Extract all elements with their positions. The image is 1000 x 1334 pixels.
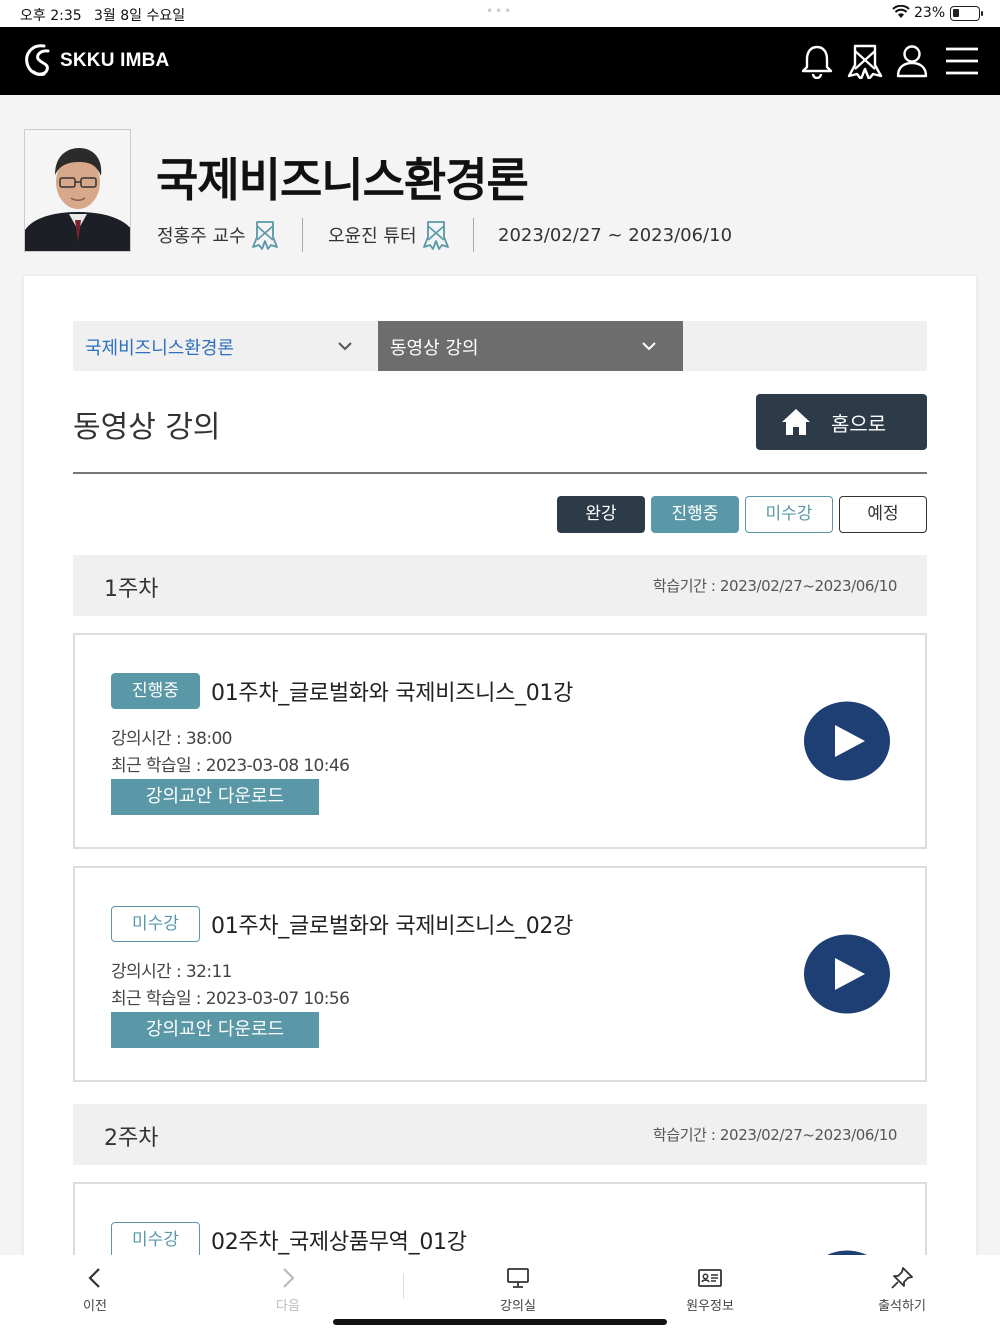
- skku-logo[interactable]: SKKU IMBA: [22, 41, 169, 81]
- prev-label: 이전: [83, 1299, 107, 1314]
- filter-not-taken-button[interactable]: 미수강: [745, 496, 833, 533]
- meta-divider: [302, 218, 303, 252]
- chevron-left-icon: [88, 1268, 100, 1288]
- menu-select[interactable]: 동영상 강의: [378, 321, 683, 371]
- attendance-button[interactable]: 출석하기: [857, 1265, 947, 1314]
- student-info-label: 원우정보: [686, 1299, 734, 1314]
- classroom-label: 강의실: [500, 1299, 536, 1314]
- home-indicator[interactable]: [333, 1319, 667, 1325]
- menu-select-value: 동영상 강의: [390, 338, 479, 359]
- download-handout-button[interactable]: 강의교안 다운로드: [111, 779, 319, 815]
- status-badge: 미수강: [111, 1222, 200, 1258]
- bottom-nav: 이전 다음 강의실 원우정보 출석하기: [0, 1255, 1000, 1334]
- chevron-down-icon: [642, 342, 656, 351]
- select-bar-filler: [683, 321, 927, 371]
- prev-button[interactable]: 이전: [50, 1265, 140, 1314]
- download-handout-button[interactable]: 강의교안 다운로드: [111, 1012, 319, 1048]
- chevron-right-icon: [283, 1268, 295, 1288]
- week-name: 1주차: [104, 577, 159, 602]
- week-period: 학습기간 : 2023/02/27~2023/06/10: [652, 1126, 897, 1144]
- week-header: 1주차 학습기간 : 2023/02/27~2023/06/10: [73, 555, 927, 616]
- pin-icon: [891, 1267, 913, 1289]
- section-title: 동영상 강의: [73, 410, 221, 445]
- home-button-label: 홈으로: [831, 412, 887, 436]
- monitor-icon: [507, 1268, 529, 1288]
- play-icon[interactable]: [803, 934, 891, 1014]
- classroom-button[interactable]: 강의실: [473, 1265, 563, 1314]
- section-divider: [73, 472, 927, 474]
- meta-divider: [473, 218, 474, 252]
- tutor-info: 오윤진 튜터: [328, 220, 449, 250]
- next-button[interactable]: 다음: [243, 1265, 333, 1314]
- week-header: 2주차 학습기간 : 2023/02/27~2023/06/10: [73, 1104, 927, 1165]
- lecture-item: 진행중 01주차_글로벌화와 국제비즈니스_01강 강의시간 : 38:00 최…: [73, 633, 927, 849]
- lecture-duration: 강의시간 : 38:00: [111, 729, 232, 749]
- bell-icon[interactable]: [799, 43, 835, 80]
- course-title: 국제비즈니스환경론: [156, 153, 529, 207]
- home-icon: [782, 409, 810, 435]
- menu-icon[interactable]: [944, 43, 980, 79]
- lecture-last-study: 최근 학습일 : 2023-03-08 10:46: [111, 756, 350, 776]
- status-time: 오후 2:35: [20, 8, 82, 24]
- skku-logo-icon: [25, 44, 50, 76]
- filter-done-button[interactable]: 완강: [557, 496, 645, 533]
- course-period: 2023/02/27 ~ 2023/06/10: [498, 220, 732, 250]
- professor-name: 정홍주 교수: [157, 226, 246, 247]
- lecture-duration: 강의시간 : 32:11: [111, 962, 232, 982]
- play-icon[interactable]: [803, 701, 891, 781]
- status-badge: 미수강: [111, 906, 200, 942]
- chevron-down-icon: [338, 342, 352, 351]
- id-card-icon: [698, 1269, 722, 1287]
- status-bar: 오후 2:35 3월 8일 수요일 ••• 23%: [0, 0, 1000, 27]
- home-button[interactable]: 홈으로: [756, 394, 927, 450]
- lecture-item: 미수강 01주차_글로벌화와 국제비즈니스_02강 강의시간 : 32:11 최…: [73, 866, 927, 1082]
- filter-in-progress-button[interactable]: 진행중: [651, 496, 739, 533]
- week-name: 2주차: [104, 1126, 159, 1151]
- ribbon-icon[interactable]: [847, 43, 883, 81]
- status-date: 3월 8일 수요일: [94, 8, 186, 24]
- lecture-title: 01주차_글로벌화와 국제비즈니스_01강: [211, 681, 574, 706]
- tutor-name: 오윤진 튜터: [328, 226, 417, 247]
- user-icon[interactable]: [894, 43, 930, 79]
- logo-text: SKKU IMBA: [60, 50, 170, 71]
- lecture-last-study: 최근 학습일 : 2023-03-07 10:56: [111, 989, 350, 1009]
- student-info-button[interactable]: 원우정보: [665, 1265, 755, 1314]
- wifi-icon: [892, 4, 910, 23]
- professor-photo: [24, 129, 131, 252]
- next-label: 다음: [276, 1299, 300, 1314]
- attendance-label: 출석하기: [878, 1299, 926, 1314]
- lecture-title: 01주차_글로벌화와 국제비즈니스_02강: [211, 914, 574, 939]
- multitask-dots-icon[interactable]: •••: [486, 4, 513, 18]
- course-select[interactable]: 국제비즈니스환경론: [73, 321, 378, 371]
- professor-ribbon-icon[interactable]: [251, 220, 278, 250]
- status-badge: 진행중: [111, 673, 200, 709]
- professor-info: 정홍주 교수: [157, 220, 278, 250]
- battery-icon: [950, 6, 983, 21]
- battery-percent: 23%: [914, 5, 946, 21]
- course-select-value: 국제비즈니스환경론: [85, 338, 235, 359]
- week-period: 학습기간 : 2023/02/27~2023/06/10: [652, 577, 897, 595]
- lecture-title: 02주차_국제상품무역_01강: [211, 1230, 467, 1255]
- bottom-nav-divider: [403, 1273, 404, 1299]
- tutor-ribbon-icon[interactable]: [422, 220, 449, 250]
- app-header: SKKU IMBA: [0, 27, 1000, 95]
- course-period-text: 2023/02/27 ~ 2023/06/10: [498, 224, 733, 246]
- filter-planned-button[interactable]: 예정: [839, 496, 927, 533]
